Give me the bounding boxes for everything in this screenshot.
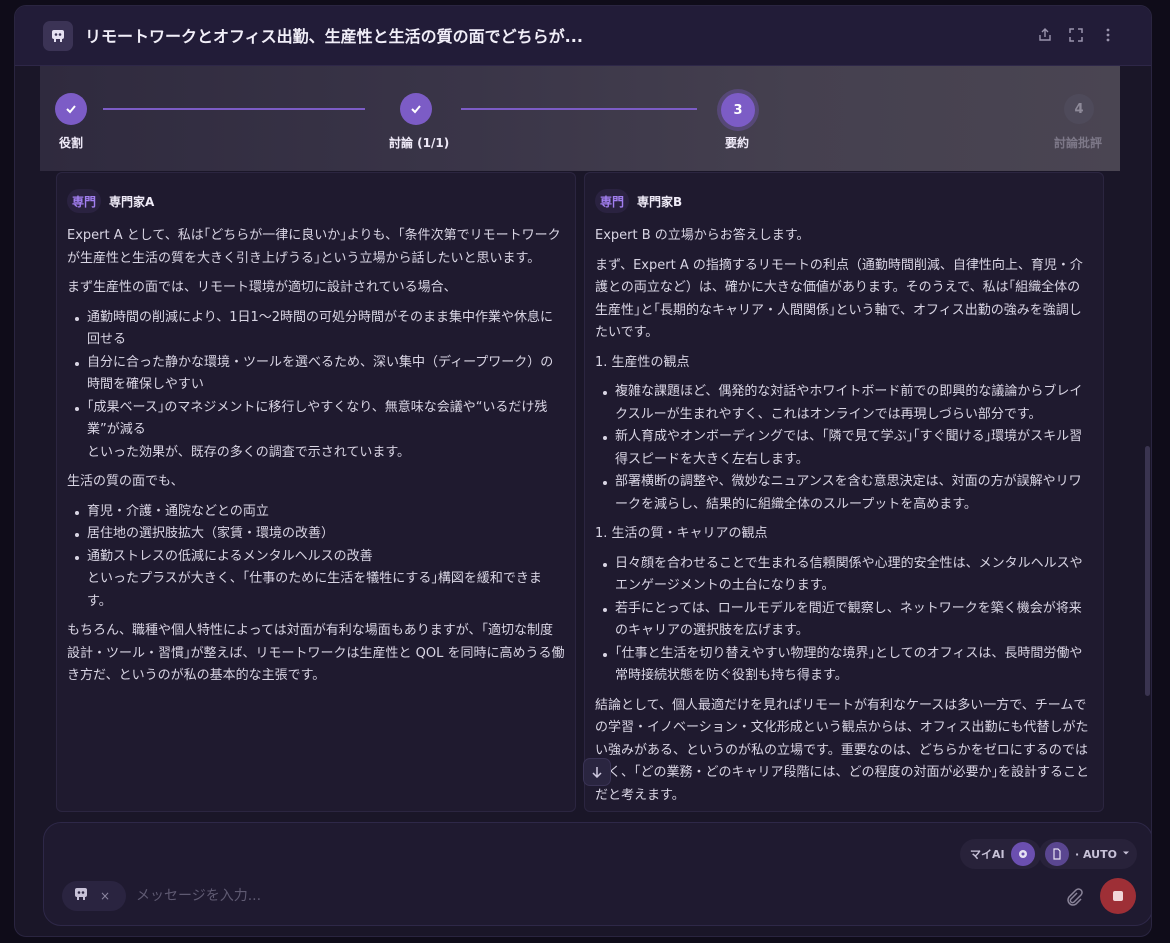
mode-label: · AUTO — [1075, 847, 1117, 861]
bullet-list: 日々顔を合わせることで生まれる信頼関係や心理的安全性は、メンタルヘルスやエンゲー… — [595, 553, 1093, 688]
list-item: 通勤時間の削減により、1日1〜2時間の可処分時間がそのまま集中作業や休息に回せる — [75, 307, 565, 352]
header-bar: リモートワークとオフィス出勤、生産性と生活の質の面でどちらが... — [15, 6, 1151, 66]
bullet-list: 育児・介護・通院などとの両立 居住地の選択肢拡大（家賃・環境の改善） 通勤ストレ… — [67, 501, 565, 614]
paragraph: まず、Expert A の指摘するリモートの利点（通勤時間削減、自律性向上、育児… — [595, 257, 1083, 341]
expand-icon[interactable] — [1065, 24, 1087, 46]
step-connector — [103, 108, 365, 110]
paperclip-icon[interactable] — [1062, 885, 1086, 909]
expert-badge: 専門 — [67, 189, 101, 213]
step-connector — [461, 108, 697, 110]
list-item: ｢成果ベース｣のマネジメントに移行しやすくなり、無意味な会議や“いるだけ残業”が… — [75, 397, 565, 465]
scroll-down-button[interactable] — [583, 758, 611, 786]
chat-window: リモートワークとオフィス出勤、生産性と生活の質の面でどちらが... 役割 討論 … — [14, 5, 1152, 937]
share-icon[interactable] — [1034, 24, 1056, 46]
paragraph: Expert B の立場からお答えします。 — [595, 228, 810, 243]
paragraph: 結論として、個人最適だけを見ればリモートが有利なケースは多い一方で、チームでの学… — [595, 697, 1090, 803]
document-icon — [1045, 842, 1069, 866]
chip-close-icon[interactable]: × — [100, 889, 110, 903]
bullet-list: 複雑な課題ほど、偶発的な対話やホワイトボード前での即興的な議論からブレイクスルー… — [595, 381, 1093, 516]
step-4-number[interactable]: 4 — [1064, 94, 1094, 124]
page-title: リモートワークとオフィス出勤、生産性と生活の質の面でどちらが... — [85, 27, 583, 46]
stop-icon — [1113, 891, 1123, 901]
list-item: 育児・介護・通院などとの両立 — [75, 501, 565, 524]
step-2-check-icon[interactable] — [400, 93, 432, 125]
chevron-down-icon — [1121, 848, 1131, 861]
panel-header: 専門 専門家A — [67, 189, 154, 213]
expert-a-message: Expert A として、私は｢どちらが一律に良いか｣よりも、｢条件次第でリモー… — [67, 225, 565, 695]
list-item: 若手にとっては、ロールモデルを間近で観察し、ネットワークを築く機会が将来のキャリ… — [603, 598, 1093, 643]
step-3-label: 要約 — [725, 136, 750, 150]
agent-chip[interactable]: × — [62, 881, 126, 911]
section-heading: 1. 生産性の観点 — [595, 354, 690, 370]
section-heading: 1. 生活の質・キャリアの観点 — [595, 526, 768, 541]
list-item: 通勤ストレスの低減によるメンタルヘルスの改善 といったプラスが大きく、｢仕事のた… — [75, 546, 565, 614]
stop-button[interactable] — [1100, 878, 1136, 914]
expert-a-panel: 専門 専門家A Expert A として、私は｢どちらが一律に良いか｣よりも、｢… — [56, 172, 576, 812]
expert-name: 専門家B — [637, 194, 683, 209]
paragraph: もちろん、職種や個人特性によっては対面が有利な場面もありますが、｢適切な制度設計… — [67, 623, 565, 683]
message-composer: マイAI · AUTO × メッセージを入力... — [43, 822, 1151, 926]
step-4-label: 討論批評 — [1054, 136, 1103, 150]
my-ai-button[interactable]: マイAI — [960, 839, 1041, 869]
expert-name: 専門家A — [109, 194, 155, 209]
paragraph: 生活の質の面でも、 — [67, 474, 184, 489]
step-2-label: 討論 (1/1) — [389, 136, 450, 150]
paragraph: Expert A として、私は｢どちらが一律に良いか｣よりも、｢条件次第でリモー… — [67, 228, 561, 266]
list-item: ｢仕事と生活を切り替えやすい物理的な境界｣としてのオフィスは、長時間労働や常時接… — [603, 643, 1093, 688]
expert-b-message: Expert B の立場からお答えします。 まず、Expert A の指摘するリ… — [595, 225, 1093, 811]
mode-selector[interactable]: · AUTO — [1039, 839, 1137, 869]
more-icon[interactable] — [1097, 24, 1119, 46]
bullet-list: 通勤時間の削減により、1日1〜2時間の可処分時間がそのまま集中作業や休息に回せる… — [67, 307, 565, 465]
list-item: 複雑な課題ほど、偶発的な対話やホワイトボード前での即興的な議論からブレイクスルー… — [603, 381, 1093, 426]
step-1-check-icon[interactable] — [55, 93, 87, 125]
list-item: 居住地の選択肢拡大（家賃・環境の改善） — [75, 523, 565, 546]
scrollbar[interactable] — [1145, 446, 1150, 696]
arrow-down-icon — [592, 767, 602, 778]
list-item: 自分に合った静かな環境・ツールを選べるため、深い集中（ディープワーク）の時間を確… — [75, 352, 565, 397]
paragraph: まず生産性の面では、リモート環境が適切に設計されている場合、 — [67, 280, 457, 295]
expert-b-panel: 専門 専門家B Expert B の立場からお答えします。 まず、Expert … — [584, 172, 1104, 812]
panel-header: 専門 専門家B — [595, 189, 682, 213]
robot-icon[interactable] — [43, 21, 73, 51]
list-item: 日々顔を合わせることで生まれる信頼関係や心理的安全性は、メンタルヘルスやエンゲー… — [603, 553, 1093, 598]
message-input[interactable] — [136, 884, 636, 908]
step-3-number[interactable]: 3 — [721, 93, 755, 127]
list-item: 部署横断の調整や、微妙なニュアンスを含む意思決定は、対面の方が誤解やリワークを減… — [603, 471, 1093, 516]
my-ai-label: マイAI — [970, 848, 1005, 861]
expert-badge: 専門 — [595, 189, 629, 213]
ai-avatar-icon — [1010, 842, 1035, 866]
progress-stepper: 役割 討論 (1/1) 3 要約 4 討論批評 — [40, 66, 1120, 171]
robot-icon — [72, 885, 90, 907]
list-item: 新人育成やオンボーディングでは、｢隣で見て学ぶ｣｢すぐ聞ける｣環境がスキル習得ス… — [603, 426, 1093, 471]
step-1-label: 役割 — [59, 136, 84, 150]
